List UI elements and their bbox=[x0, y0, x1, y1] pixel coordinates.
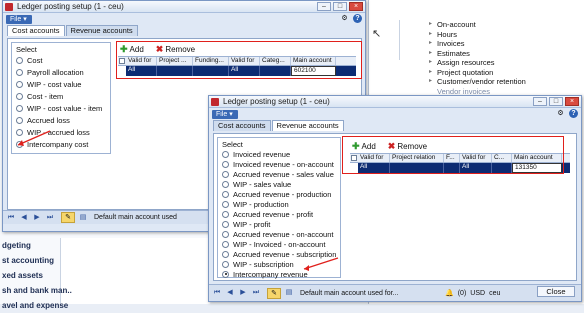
annotation-arrow-2 bbox=[303, 257, 339, 271]
